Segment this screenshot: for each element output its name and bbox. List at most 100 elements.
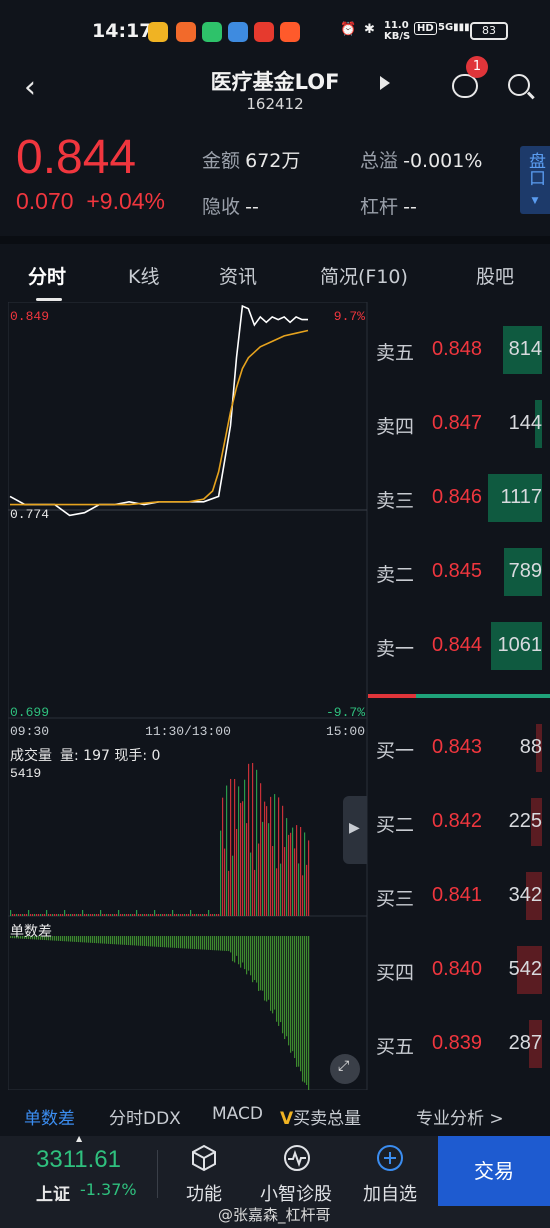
volume-bar: [16, 914, 18, 916]
indicator-tab-total[interactable]: V买卖总量: [280, 1104, 361, 1129]
volume-bar: [240, 802, 242, 916]
indicator-bar: [168, 936, 170, 948]
volume-bar: [244, 779, 246, 916]
volume-bar: [242, 801, 244, 916]
indicator-bar: [256, 936, 258, 983]
message-app-icon: [202, 22, 222, 42]
indicator-bar: [186, 936, 188, 949]
tab-news[interactable]: 资讯: [219, 262, 257, 289]
pankou-toggle-button[interactable]: 盘口 ▼: [520, 146, 550, 214]
tab-forum[interactable]: 股吧: [476, 262, 514, 289]
implied-label: 隐收: [202, 196, 241, 218]
diagnosis-button[interactable]: 小智诊股: [258, 1140, 338, 1205]
function-button[interactable]: 功能: [176, 1140, 236, 1205]
tab-kline[interactable]: K线: [128, 262, 159, 289]
indicator-bar: [284, 936, 286, 1040]
volume-bar: [14, 914, 16, 916]
net-speed: 11.0 KB/S: [384, 20, 411, 42]
indicator-bar: [76, 936, 78, 942]
indicator-bar: [72, 936, 74, 942]
volume-bar: [126, 914, 128, 916]
order-price: 0.843: [432, 736, 483, 758]
indicator-bar: [184, 936, 186, 949]
indicator-tab-diff[interactable]: 单数差: [24, 1104, 75, 1129]
indicator-bar: [226, 936, 228, 951]
indicator-bar: [130, 936, 132, 946]
volume-bar: [124, 914, 126, 916]
volume-title: 成交量 量: 197 现手: 0: [10, 747, 160, 764]
volume-bar: [166, 914, 168, 916]
add-circle-icon: [377, 1145, 403, 1171]
order-price: 0.845: [432, 560, 483, 582]
indicator-bar: [192, 936, 194, 949]
indicator-bar: [112, 936, 114, 945]
indicator-bar: [276, 936, 278, 1022]
volume-bar: [258, 843, 260, 916]
volume-bar: [130, 914, 132, 916]
volume-bar: [30, 914, 32, 916]
play-icon: ▶: [349, 820, 360, 836]
volume-bar: [78, 914, 80, 916]
volume-bar: [32, 914, 34, 916]
volume-bar: [308, 840, 310, 916]
y-mid-label: 0.774: [10, 507, 49, 522]
status-bar: 14:17 ⏰ ✱ 11.0 KB/S HD 5G▮▮▮ 83: [0, 0, 550, 60]
trade-button[interactable]: 交易: [438, 1136, 550, 1206]
indicator-bar: [82, 936, 84, 943]
volume-bar: [228, 870, 230, 916]
volume-bar: [48, 914, 50, 916]
volume-bar: [224, 848, 226, 916]
indicator-bar: [260, 936, 262, 991]
order-volume: 342: [508, 884, 542, 906]
timeshare-chart[interactable]: 0.849 9.7% 0.774 0.699 -9.7% 09:30 11:30…: [8, 302, 368, 1090]
indicator-bar: [254, 936, 256, 980]
side-panel-toggle[interactable]: ▶: [343, 796, 367, 864]
indicator-bar: [94, 936, 96, 944]
professional-analysis-link[interactable]: 专业分析 >: [416, 1104, 504, 1129]
indicator-bar: [244, 936, 246, 970]
volume-bar: [156, 914, 158, 916]
indicator-bar: [78, 936, 80, 943]
tab-f10[interactable]: 简况(F10): [320, 262, 408, 289]
indicator-bar: [292, 936, 294, 1052]
y-high-pct-label: 9.7%: [334, 309, 365, 324]
indicator-bar: [280, 936, 282, 1023]
volume-bar: [268, 823, 270, 916]
indicator-bar: [210, 936, 212, 950]
indicator-bar: [202, 936, 204, 950]
volume-bar: [192, 914, 194, 916]
indicator-bar: [216, 936, 218, 951]
indicator-bar: [248, 936, 250, 971]
next-fund-icon[interactable]: [380, 76, 390, 90]
search-icon[interactable]: [508, 74, 530, 96]
volume-bar: [230, 778, 232, 916]
volume-bar: [104, 914, 106, 916]
indicator-bar: [104, 936, 106, 944]
indicator-bar: [170, 936, 172, 948]
indicator-bar: [126, 936, 128, 945]
expand-button[interactable]: ⤢: [330, 1054, 360, 1084]
volume-bar: [70, 914, 72, 916]
volume-bar: [264, 801, 266, 916]
indicator-bar: [70, 936, 72, 942]
volume-bar: [86, 914, 88, 916]
order-price: 0.848: [432, 338, 483, 360]
bluetooth-icon: ✱: [364, 22, 375, 37]
add-watchlist-button[interactable]: 加自选: [360, 1140, 420, 1205]
volume-bar: [292, 827, 294, 916]
indicator-title: 单数差: [10, 924, 52, 940]
indicator-tab-ddx[interactable]: 分时DDX: [109, 1104, 181, 1129]
indicator-bar: [218, 936, 220, 951]
indicator-bar: [200, 936, 202, 950]
indicator-tab-macd[interactable]: MACD: [212, 1104, 263, 1124]
indicator-bar: [140, 936, 142, 946]
volume-bar: [302, 875, 304, 916]
volume-bar: [68, 914, 70, 916]
volume-bar: [306, 864, 308, 916]
indicator-bar: [92, 936, 94, 943]
indicator-bar: [142, 936, 144, 946]
volume-bar: [254, 869, 256, 916]
tab-timeshare[interactable]: 分时: [28, 262, 66, 289]
indicator-bar: [96, 936, 98, 944]
volume-bar: [28, 910, 30, 916]
